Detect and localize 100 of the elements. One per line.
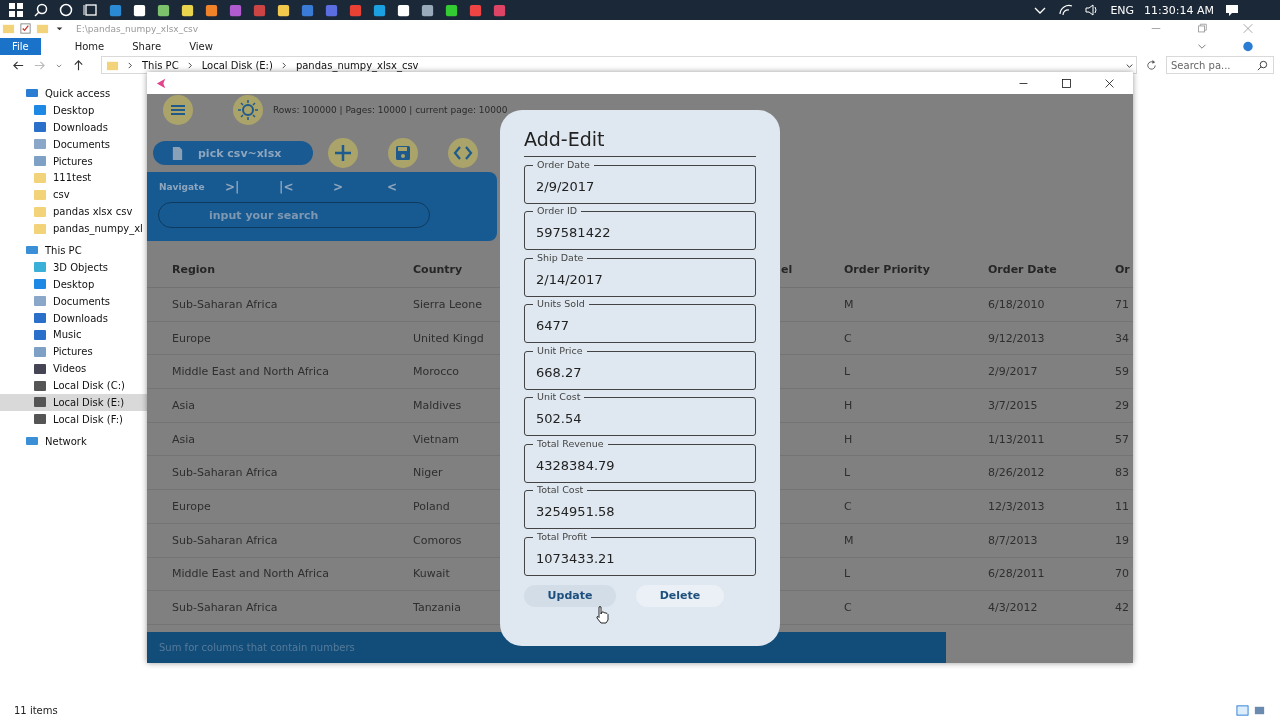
dialog-title: Add-Edit xyxy=(524,128,605,150)
app-icon[interactable] xyxy=(180,2,195,18)
nav-item[interactable]: pandas xlsx csv xyxy=(0,203,147,221)
app-icon[interactable] xyxy=(276,2,291,18)
nav-item[interactable]: 3D Objects xyxy=(0,258,147,276)
table-cell: L xyxy=(844,466,851,480)
table-cell: 9/12/2013 xyxy=(988,331,1045,345)
save-icon[interactable] xyxy=(388,138,418,168)
table-cell: C xyxy=(844,601,852,615)
table-cell: 71 xyxy=(1115,297,1129,311)
nav-item[interactable]: Network xyxy=(0,432,147,450)
search-field[interactable]: Search pa... xyxy=(1166,56,1274,74)
dialog-button[interactable]: Delete xyxy=(636,584,724,607)
dialog-button[interactable]: Update xyxy=(524,584,616,607)
nav-item[interactable]: Music xyxy=(0,326,147,344)
table-cell: 8/26/2012 xyxy=(988,466,1045,480)
nav-item[interactable]: Pictures xyxy=(0,152,147,170)
nav-item[interactable]: pandas_numpy_xl xyxy=(0,220,147,237)
up-icon[interactable] xyxy=(72,58,85,72)
table-cell: 4/3/2012 xyxy=(988,601,1038,615)
close-icon[interactable] xyxy=(1104,77,1115,89)
nav-item[interactable]: Local Disk (E:) xyxy=(0,394,147,411)
table-cell: 70 xyxy=(1115,567,1129,581)
nav-item[interactable]: 111test xyxy=(0,169,147,187)
app-icon[interactable] xyxy=(204,2,219,18)
table-cell: Kuwait xyxy=(413,567,450,581)
table-cell: Comoros xyxy=(413,533,462,547)
plus-icon[interactable] xyxy=(328,138,358,168)
chevron-right-icon[interactable] xyxy=(127,60,134,70)
nav-item[interactable]: This PC xyxy=(0,242,147,259)
ribbon-tab[interactable]: Home xyxy=(60,38,119,54)
footer-text: Sum for columns that contain numbers xyxy=(159,642,355,653)
breadcrumb-item[interactable]: Local Disk (E:) xyxy=(201,59,273,71)
app-icon[interactable] xyxy=(444,2,459,18)
wifi-icon[interactable] xyxy=(1058,2,1075,18)
column-header: el xyxy=(781,262,793,276)
app-icon[interactable] xyxy=(132,2,147,18)
chevron-right-icon[interactable] xyxy=(280,60,288,70)
clock[interactable]: 11:30:14 AM xyxy=(1144,3,1214,17)
window-title: E:\pandas_numpy_xlsx_csv xyxy=(76,23,199,34)
search-icon xyxy=(1256,58,1269,72)
table-cell: L xyxy=(844,567,851,581)
table-cell: Sub-Saharan Africa xyxy=(172,533,278,547)
table-cell: Sub-Saharan Africa xyxy=(172,297,278,311)
nav-item[interactable]: Quick access xyxy=(0,85,147,102)
checkbox-icon[interactable] xyxy=(19,22,32,35)
refresh-icon[interactable] xyxy=(1145,58,1158,72)
file-icon xyxy=(171,145,184,161)
table-cell: H xyxy=(844,432,853,446)
menu-icon[interactable] xyxy=(163,95,193,125)
table-cell: 11 xyxy=(1115,499,1129,513)
app-icon[interactable] xyxy=(420,2,435,18)
nav-item[interactable]: Videos xyxy=(0,360,147,378)
sun-icon[interactable] xyxy=(233,95,263,125)
table-cell: Maldives xyxy=(413,398,462,412)
nav-item[interactable]: Documents xyxy=(0,135,147,153)
language-indicator[interactable]: ENG xyxy=(1110,3,1135,17)
folder-icon xyxy=(33,204,47,219)
nav-item[interactable]: Documents xyxy=(0,292,147,310)
nav-item[interactable]: Local Disk (F:) xyxy=(0,410,147,428)
table-cell: M xyxy=(844,297,854,311)
nav-item[interactable]: Local Disk (C:) xyxy=(0,377,147,395)
table-cell: 1/13/2011 xyxy=(988,432,1045,446)
chevron-right-icon[interactable] xyxy=(186,60,194,70)
navigate-label: Navigate xyxy=(159,182,206,192)
row-count-status: Rows: 100000 | Pages: 10000 | current page: 10000 xyxy=(273,105,508,115)
app-icon[interactable] xyxy=(396,2,411,18)
nav-item[interactable]: Downloads xyxy=(0,309,147,327)
nav-item[interactable]: Downloads xyxy=(0,118,147,136)
table-cell: Asia xyxy=(172,398,196,412)
table-cell: L xyxy=(844,365,851,379)
folder-icon xyxy=(2,22,15,35)
ribbon-tab[interactable]: Share xyxy=(118,38,176,54)
column-header: Order Priority xyxy=(844,262,930,276)
windows-icon[interactable] xyxy=(8,2,24,18)
column-header: Order Date xyxy=(988,262,1057,276)
table-cell: Vietnam xyxy=(413,432,459,446)
nav-item[interactable]: csv xyxy=(0,186,147,204)
nav-item[interactable]: Desktop xyxy=(0,275,147,293)
table-cell: 3/7/2015 xyxy=(988,398,1038,412)
table-cell: United Kingd xyxy=(413,331,484,345)
table-cell: 83 xyxy=(1115,466,1129,480)
notification-icon[interactable] xyxy=(1224,2,1240,18)
circle-icon[interactable] xyxy=(58,2,74,18)
breadcrumb-item[interactable]: This PC xyxy=(142,59,179,71)
ribbon-tab[interactable]: View xyxy=(175,38,227,54)
ribbon-tab[interactable]: File xyxy=(0,37,41,55)
column-header: Country xyxy=(413,262,463,276)
back-arrow-icon[interactable] xyxy=(155,76,168,90)
app-icon[interactable] xyxy=(156,2,171,18)
table-cell: 19 xyxy=(1115,533,1129,547)
table-cell: Morocco xyxy=(413,365,460,379)
search-icon[interactable] xyxy=(33,2,49,18)
nav-item[interactable]: Desktop xyxy=(0,101,147,119)
table-cell: Asia xyxy=(172,432,196,446)
code-icon[interactable] xyxy=(448,138,478,168)
nav-item[interactable]: Pictures xyxy=(0,343,147,361)
breadcrumb-item[interactable]: pandas_numpy_xlsx_csv xyxy=(295,59,419,71)
maximize-icon[interactable] xyxy=(1061,77,1072,89)
task-view-icon[interactable] xyxy=(83,2,99,18)
